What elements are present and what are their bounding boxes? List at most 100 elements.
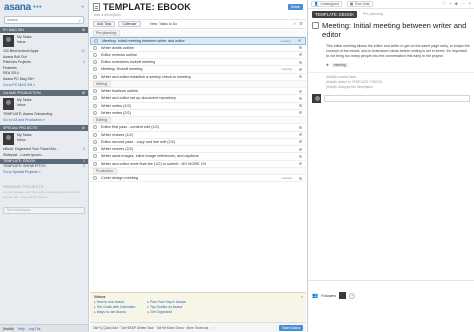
assignee-dot-icon[interactable] bbox=[299, 147, 302, 151]
avatar[interactable] bbox=[3, 133, 14, 146]
task-checkbox[interactable] bbox=[93, 110, 97, 115]
task-name[interactable]: Writer and editor set up document reposi… bbox=[101, 96, 176, 100]
task-name[interactable]: Meeting: Initial meeting between writer … bbox=[102, 39, 185, 43]
help-link[interactable]: ▸Ways to use Asana bbox=[94, 310, 135, 315]
assignee-dot-icon[interactable] bbox=[299, 53, 302, 57]
tag-badge[interactable]: meeting bbox=[331, 62, 348, 67]
inbox-link[interactable]: Inbox bbox=[17, 103, 32, 108]
new-workspace-button[interactable]: New Workspace bbox=[3, 206, 85, 214]
task-name[interactable]: Writer revises (1/2) bbox=[101, 133, 133, 137]
task-row[interactable]: Writer writes (2/2) bbox=[90, 110, 306, 117]
assignee-dot-icon[interactable] bbox=[299, 96, 302, 100]
task-name[interactable]: Writer writes (2/2) bbox=[101, 111, 131, 115]
task-name[interactable]: Writer revises (2/2) bbox=[101, 147, 133, 151]
task-row[interactable]: Editor first pass - content edit (1/2) bbox=[90, 124, 306, 132]
task-name[interactable]: Meeting: Kickoff meeting bbox=[101, 67, 143, 71]
close-icon[interactable]: × bbox=[301, 294, 303, 299]
attach-icon[interactable]: ⌁ bbox=[449, 1, 452, 7]
assignee-dot-icon[interactable] bbox=[299, 111, 302, 115]
task-name[interactable]: Editor reviews outline bbox=[101, 53, 137, 57]
view-select[interactable]: View: Tasks to Do bbox=[150, 22, 178, 26]
settings-icon[interactable]: ⚙ bbox=[299, 21, 303, 27]
gear-icon[interactable]: ⚙ bbox=[82, 90, 85, 96]
task-name[interactable]: Writer finalizes outline bbox=[101, 89, 138, 93]
task-checkbox[interactable] bbox=[93, 60, 97, 65]
share-asana-button[interactable]: Share Asana bbox=[278, 324, 303, 331]
assignee-dot-icon[interactable] bbox=[299, 89, 302, 93]
add-task-button[interactable]: Add Task bbox=[93, 21, 116, 27]
logout-link[interactable]: Log Out bbox=[29, 327, 41, 331]
assignee-dot-icon[interactable] bbox=[299, 75, 302, 79]
task-tag[interactable]: meeting bbox=[281, 176, 292, 180]
inbox-link[interactable]: Inbox bbox=[17, 40, 32, 45]
task-name[interactable]: Editor schedules kickoff meeting bbox=[101, 60, 155, 64]
assignee-dot-icon[interactable] bbox=[299, 133, 302, 137]
assignee-dot-icon[interactable] bbox=[298, 39, 301, 43]
task-description[interactable]: This initial meeting allows the editor a… bbox=[308, 41, 474, 58]
task-name[interactable]: Editor first pass - content edit (1/2) bbox=[101, 125, 159, 129]
task-name[interactable]: Writer and editor meet final fee (1/2) t… bbox=[101, 162, 206, 166]
more-icon[interactable]: ⋯ bbox=[461, 1, 466, 7]
task-name[interactable]: Editor second pass - copy and line edit … bbox=[101, 140, 175, 144]
go-to-workspace-link[interactable]: Go to GA and Production » bbox=[0, 118, 88, 124]
comment-input[interactable] bbox=[324, 95, 470, 103]
project-title[interactable]: TEMPLATE: EBOOK bbox=[103, 2, 191, 12]
task-checkbox[interactable] bbox=[93, 103, 97, 108]
task-tag[interactable]: meeting bbox=[280, 39, 291, 43]
section-header[interactable]: Pre-planning: bbox=[90, 30, 306, 38]
task-checkbox[interactable] bbox=[93, 89, 97, 94]
task-row[interactable]: Writer adds images, inline image referen… bbox=[90, 153, 306, 161]
task-row[interactable]: Writer writes (1/2) bbox=[90, 103, 306, 110]
avatar[interactable] bbox=[3, 98, 14, 111]
search-icon[interactable]: ⌕ bbox=[293, 21, 296, 27]
task-row[interactable]: Editor second pass - copy and line edit … bbox=[90, 139, 306, 146]
calendar-button[interactable]: Calendar bbox=[118, 21, 141, 27]
task-checkbox[interactable] bbox=[93, 154, 97, 159]
search-input[interactable] bbox=[7, 18, 79, 22]
task-checkbox[interactable] bbox=[93, 125, 97, 130]
task-checkbox[interactable] bbox=[93, 139, 97, 144]
task-row[interactable]: Meeting: Kickoff meeting meeting bbox=[90, 66, 306, 74]
assignee-button[interactable]: 👤 Unassigned bbox=[311, 1, 342, 7]
section-label[interactable]: Pre-planning: bbox=[93, 30, 120, 37]
help-link[interactable]: ▸Get Organized bbox=[147, 310, 185, 315]
gear-icon[interactable]: ⚙ bbox=[82, 27, 85, 33]
task-row[interactable]: Writer revises (2/2) bbox=[90, 146, 306, 154]
due-date-button[interactable]: ▦ Due Date bbox=[346, 1, 373, 7]
collapse-sidebar-icon[interactable]: « bbox=[81, 4, 84, 10]
follower-avatar[interactable] bbox=[339, 292, 347, 299]
go-to-workspace-link[interactable]: Go to Special Projects » bbox=[0, 170, 88, 176]
keyboard-shortcuts[interactable]: Tab+Q Quick Add · Tab+BKSP Delete Task ·… bbox=[93, 326, 208, 330]
inbox-link[interactable]: Inbox bbox=[17, 138, 32, 143]
assignee-dot-icon[interactable] bbox=[299, 176, 302, 180]
task-row[interactable]: Writer and editor establish a weekly che… bbox=[90, 74, 306, 81]
task-checkbox[interactable] bbox=[93, 161, 97, 166]
assignee-dot-icon[interactable] bbox=[299, 67, 302, 71]
task-name[interactable]: Cover design meeting bbox=[101, 176, 138, 180]
task-row[interactable]: Writer drafts outline bbox=[90, 45, 306, 52]
task-row[interactable]: Editor reviews outline bbox=[90, 52, 306, 59]
tag-icon[interactable]: ⬥ bbox=[455, 1, 458, 7]
task-row[interactable]: Writer and editor meet final fee (1/2) t… bbox=[90, 161, 306, 168]
task-row[interactable]: Meeting: Initial meeting between writer … bbox=[90, 37, 306, 45]
heart-icon[interactable]: ♡ bbox=[442, 1, 446, 7]
project-tag[interactable]: TEMPLATE: EBOOK bbox=[312, 10, 358, 18]
sidebar-search[interactable]: ⌕ bbox=[4, 16, 84, 24]
task-checkbox[interactable] bbox=[94, 38, 98, 43]
task-row[interactable]: Writer revises (1/2) bbox=[90, 132, 306, 139]
share-button[interactable]: Share bbox=[287, 3, 303, 10]
assignee-dot-icon[interactable] bbox=[299, 125, 302, 129]
section-label[interactable]: Production: bbox=[93, 167, 117, 174]
section-label[interactable]: Editing: bbox=[93, 117, 111, 124]
assignee-dot-icon[interactable] bbox=[299, 154, 302, 158]
help-link[interactable]: Help bbox=[18, 327, 25, 331]
task-row[interactable]: Writer and editor set up document reposi… bbox=[90, 95, 306, 103]
add-follower-icon[interactable]: + bbox=[349, 292, 356, 299]
task-tag[interactable]: meeting bbox=[281, 67, 292, 71]
task-row[interactable]: Cover design meeting meeting bbox=[90, 175, 306, 183]
task-title[interactable]: Meeting: Initial meeting between writer … bbox=[322, 21, 470, 39]
task-checkbox[interactable] bbox=[93, 52, 97, 57]
assignee-dot-icon[interactable] bbox=[299, 140, 302, 144]
task-name[interactable]: Writer drafts outline bbox=[101, 46, 134, 50]
assignee-dot-icon[interactable] bbox=[299, 162, 302, 166]
